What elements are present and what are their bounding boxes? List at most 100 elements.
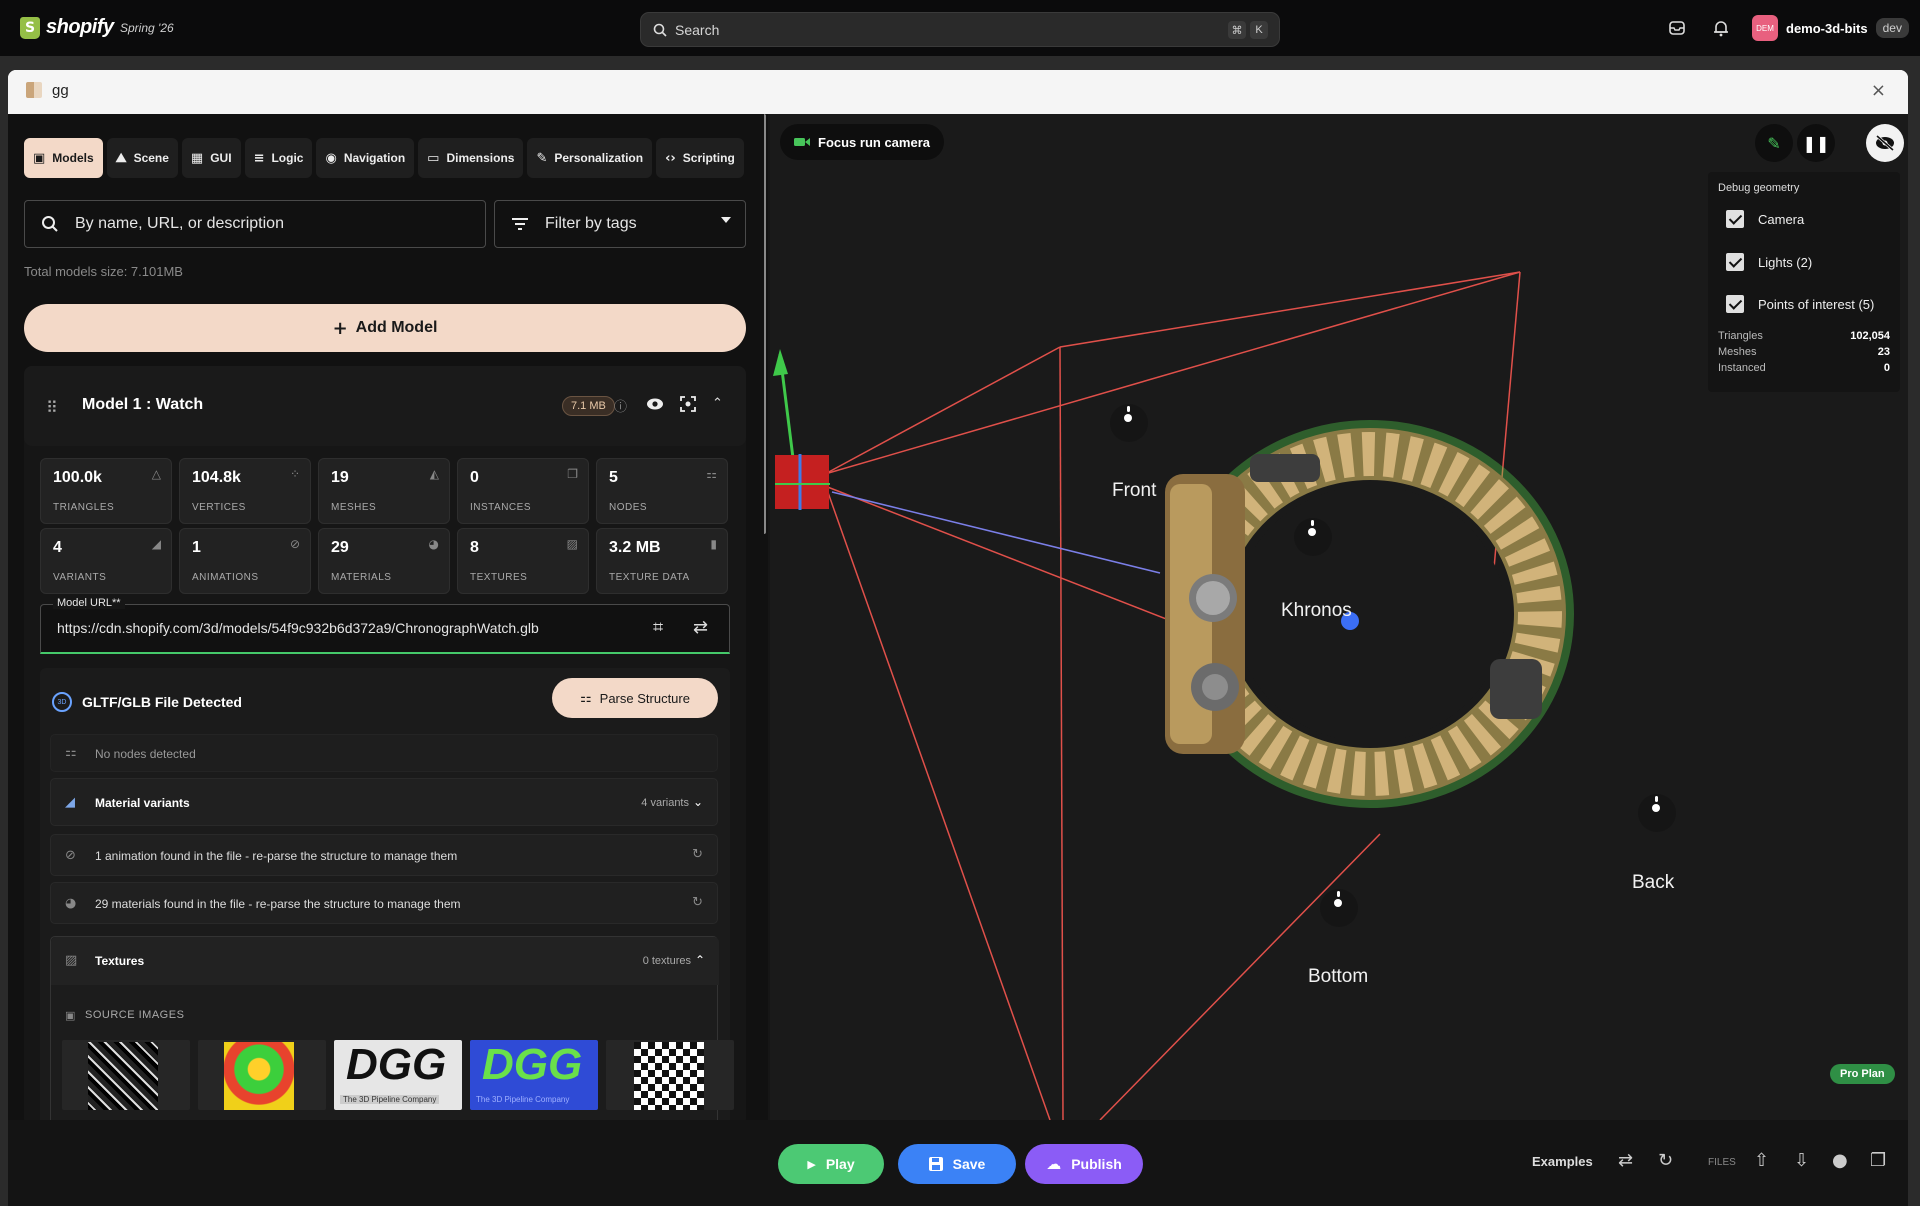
model-url-field[interactable]: Model URL** https://cdn.shopify.com/3d/m… xyxy=(40,597,730,654)
upload-icon[interactable]: ⇧ xyxy=(1754,1150,1769,1171)
texture-thumb[interactable] xyxy=(62,1040,190,1110)
structure-icon: ⚏ xyxy=(580,690,592,706)
animation-icon: ⊘ xyxy=(65,848,76,863)
poi-marker-icon[interactable] xyxy=(1638,794,1676,832)
debug-poi-checkbox[interactable]: Points of interest (5) xyxy=(1726,295,1874,313)
tab-logic[interactable]: ≡ Logic xyxy=(244,138,313,178)
search-icon xyxy=(42,216,58,232)
debug-geometry-panel: Debug geometry Camera Lights (2) Points … xyxy=(1708,172,1900,392)
refresh-icon[interactable]: ↻ xyxy=(692,895,703,910)
refresh-icon[interactable]: ↻ xyxy=(692,847,703,862)
tab-personalization[interactable]: ✎ Personalization xyxy=(527,138,653,178)
edit-mode-button[interactable]: ✎ xyxy=(1755,124,1793,162)
download-icon[interactable]: ⇩ xyxy=(1794,1150,1809,1171)
texture-thumb[interactable]: DGG The 3D Pipeline Company xyxy=(470,1040,598,1110)
swap-icon[interactable]: ⇄ xyxy=(1618,1150,1633,1171)
debug-stat-value: 23 xyxy=(1877,346,1890,358)
global-search[interactable]: Search ⌘ K xyxy=(640,12,1280,47)
materials-note-row: ◕ 29 materials found in the file - re-pa… xyxy=(50,882,718,924)
tab-models[interactable]: ▣ Models xyxy=(24,138,103,178)
gltf-panel: 3D GLTF/GLB File Detected ⚏ Parse Struct… xyxy=(40,668,734,1138)
nodes-icon: ⚏ xyxy=(65,745,77,760)
export-circle-icon[interactable]: ● xyxy=(1832,1150,1848,1171)
3d-viewport[interactable]: Focus run camera ✎ ❚❚ Debug geometry Cam… xyxy=(770,114,1908,1120)
close-icon[interactable]: × xyxy=(1871,80,1886,101)
light-direction-line xyxy=(831,491,1161,574)
model-card-header[interactable]: ⠿ Model 1 : Watch 7.1 MB ⓘ ⌃ xyxy=(24,366,746,446)
checkbox-checked-icon xyxy=(1726,295,1744,313)
material-variants-row[interactable]: ◢ Material variants 4 variants ⌄ xyxy=(50,778,718,826)
texture-thumb[interactable]: DGG The 3D Pipeline Company xyxy=(334,1040,462,1110)
eye-icon[interactable] xyxy=(646,397,664,411)
model-url-label: Model URL** xyxy=(53,597,125,609)
copy-icon[interactable]: ❐ xyxy=(1870,1150,1886,1171)
tab-label: Scene xyxy=(133,151,169,165)
add-model-button[interactable]: + Add Model xyxy=(24,304,746,352)
texture-thumb[interactable] xyxy=(198,1040,326,1110)
logic-icon: ≡ xyxy=(253,150,265,166)
store-avatar: DEM xyxy=(1752,15,1778,41)
textures-header[interactable]: ▨ Textures 0 textures ⌃ xyxy=(51,937,719,985)
stat-card: 4 VARIANTS ◢ xyxy=(40,528,172,594)
poi-label-back: Back xyxy=(1632,872,1675,893)
model-search-input[interactable]: By name, URL, or description xyxy=(24,200,486,248)
stat-label: MESHES xyxy=(331,502,377,513)
vertices-icon: ⁘ xyxy=(289,467,300,481)
save-button[interactable]: Save xyxy=(898,1144,1016,1184)
tag-filter-select[interactable]: Filter by tags xyxy=(494,200,746,248)
tab-scene[interactable]: ⛰ Scene xyxy=(106,138,178,178)
publish-label: Publish xyxy=(1071,1156,1122,1172)
chevron-up-icon[interactable]: ⌃ xyxy=(712,396,723,411)
stat-card: 3.2 MB TEXTURE DATA ▮ xyxy=(596,528,728,594)
shopify-logo[interactable]: shopify xyxy=(20,16,114,39)
focus-frame-icon[interactable] xyxy=(680,396,696,412)
poi-marker-icon[interactable] xyxy=(1294,518,1332,556)
poi-marker-icon[interactable] xyxy=(1320,889,1358,927)
panel-resize-handle[interactable] xyxy=(762,114,766,534)
poi-marker-icon[interactable] xyxy=(1110,404,1148,442)
stat-card: 5 NODES ⚏ xyxy=(596,458,728,524)
visibility-toggle-button[interactable] xyxy=(1866,124,1904,162)
publish-button[interactable]: ☁ Publish xyxy=(1025,1144,1143,1184)
debug-stat: Instanced 0 xyxy=(1718,362,1890,374)
tab-scripting[interactable]: ‹› Scripting xyxy=(656,138,744,178)
pro-plan-badge: Pro Plan xyxy=(1830,1064,1895,1084)
pencil-icon: ✎ xyxy=(1767,133,1781,153)
texture-thumbnails: DGG The 3D Pipeline Company DGG The 3D P… xyxy=(62,1040,734,1110)
play-label: Play xyxy=(825,1156,855,1172)
tab-gui[interactable]: ▦ GUI xyxy=(181,138,241,178)
parse-structure-button[interactable]: ⚏ Parse Structure xyxy=(552,678,718,718)
materials-note: 29 materials found in the file - re-pars… xyxy=(95,897,461,911)
thumb-logo-caption: The 3D Pipeline Company xyxy=(476,1095,570,1104)
stat-card: 29 MATERIALS ◕ xyxy=(318,528,450,594)
debug-lights-checkbox[interactable]: Lights (2) xyxy=(1726,253,1812,271)
eye-off-icon xyxy=(1876,135,1894,151)
gltf-title: GLTF/GLB File Detected xyxy=(82,694,242,710)
checkbox-label: Points of interest (5) xyxy=(1758,296,1875,312)
personalization-icon: ✎ xyxy=(536,150,548,166)
swap-icon[interactable]: ⇄ xyxy=(693,617,708,638)
examples-link[interactable]: Examples xyxy=(1532,1154,1593,1169)
nodes-icon: ⚏ xyxy=(706,467,717,481)
drag-handle-icon[interactable]: ⠿ xyxy=(46,398,58,417)
tab-dimensions[interactable]: ▭ Dimensions xyxy=(418,138,524,178)
materials-icon: ◕ xyxy=(428,537,439,551)
debug-camera-checkbox[interactable]: Camera xyxy=(1726,210,1804,228)
focus-camera-button[interactable]: Focus run camera xyxy=(780,124,944,160)
reset-icon[interactable]: ↻ xyxy=(1658,1150,1673,1171)
total-models-size: Total models size: 7.101MB xyxy=(24,264,183,279)
stat-value: 5 xyxy=(609,469,618,486)
stat-value: 1 xyxy=(192,539,201,556)
store-switcher[interactable]: DEM demo-3d-bits dev xyxy=(1752,15,1909,41)
model-url-value[interactable]: https://cdn.shopify.com/3d/models/54f9c9… xyxy=(57,620,539,636)
texture-thumb[interactable] xyxy=(606,1040,734,1110)
bell-icon[interactable] xyxy=(1711,18,1731,38)
dev-badge: dev xyxy=(1875,18,1909,38)
filter-placeholder: Filter by tags xyxy=(545,215,637,232)
scan-icon[interactable]: ⌗ xyxy=(653,617,663,638)
play-button[interactable]: ▶ Play xyxy=(778,1144,884,1184)
inbox-icon[interactable] xyxy=(1667,18,1687,38)
pause-button[interactable]: ❚❚ xyxy=(1797,124,1835,162)
info-icon[interactable]: ⓘ xyxy=(614,396,627,415)
tab-navigation[interactable]: ◉ Navigation xyxy=(316,138,415,178)
